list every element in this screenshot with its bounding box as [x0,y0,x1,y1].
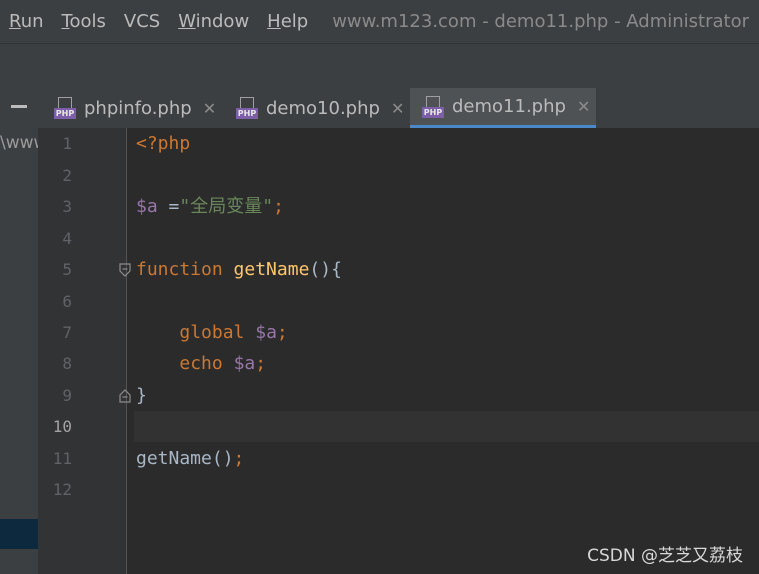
menu-tools[interactable]: Tools [53,11,115,32]
menu-help-label: elp [280,11,309,32]
string-token: "全局变量" [179,196,274,217]
tab-label: demo11.php [452,96,566,117]
project-panel: \www [0,88,38,574]
php-icon-label: PHP [54,108,76,119]
code-line-7: global $a; [136,317,288,348]
line-number: 7 [62,323,72,342]
tab-phpinfo[interactable]: PHP phpinfo.php ✕ [52,88,234,128]
project-selected-row[interactable] [0,519,38,549]
line-number: 11 [52,449,72,468]
function-name-token: getName [233,259,310,280]
semicolon-token: ; [276,322,288,343]
code-line-3: $a ="全局变量"; [136,191,284,222]
menu-help[interactable]: Help [258,11,317,32]
variable-token: $a [233,353,256,374]
code-line-8: echo $a; [136,348,266,379]
semicolon-token: ; [273,196,284,217]
tab-label: phpinfo.php [84,97,192,119]
semicolon-token: ; [233,448,245,469]
line-number: 2 [62,166,72,185]
line-number: 6 [62,292,72,311]
php-icon-label: PHP [422,106,444,118]
keyword-token: global [179,322,245,343]
current-line-highlight [134,411,759,442]
menu-vcs-label: VCS [123,11,161,32]
line-number: 12 [52,480,72,499]
close-icon[interactable]: ✕ [391,99,404,118]
variable-token: $a [136,196,158,217]
menu-vcs[interactable]: VCS [115,11,169,32]
php-open-tag: <?php [136,133,191,154]
tab-label: demo10.php [266,97,380,119]
close-icon[interactable]: ✕ [577,97,590,116]
menu-run-mnemonic: R [9,11,21,32]
line-number: 8 [62,354,72,373]
fold-close-icon[interactable] [119,389,131,403]
editor-tab-bar: PHP phpinfo.php ✕ PHP demo10.php ✕ PHP d… [38,88,759,129]
line-number: 5 [62,260,72,279]
line-number: 9 [62,386,72,405]
project-path[interactable]: \www [0,133,38,153]
line-number: 1 [62,134,72,153]
keyword-token: echo [179,353,223,374]
php-file-icon: PHP [422,95,444,118]
fold-open-icon[interactable] [119,263,131,277]
line-number: 4 [62,229,72,248]
menu-bar: Run Tools VCS Window Help www.m123.com -… [0,0,759,43]
code-line-5: function getName(){ [136,254,342,285]
php-file-icon: PHP [236,97,258,119]
window-title: www.m123.com - demo11.php - Administrato… [332,11,749,32]
menu-run-label: un [20,11,44,32]
brace-token: } [136,385,147,406]
punctuation-token: (){ [309,259,342,280]
menu-window[interactable]: Window [169,11,258,32]
php-file-icon: PHP [54,97,76,119]
keyword-token: function [136,259,223,280]
code-line-9: } [136,380,147,411]
php-icon-label: PHP [236,108,258,119]
punctuation-token: () [211,448,234,469]
variable-token: $a [255,322,277,343]
menu-run[interactable]: Run [0,11,53,32]
line-number-current: 10 [52,417,72,436]
close-icon[interactable]: ✕ [203,99,216,118]
menu-tools-label: ools [69,11,106,32]
menu-window-label: indow [195,11,250,32]
menu-help-mnemonic: H [267,11,281,32]
semicolon-token: ; [255,353,267,374]
tab-demo10[interactable]: PHP demo10.php ✕ [234,88,410,128]
code-line-1: <?php [136,128,190,159]
tab-demo11[interactable]: PHP demo11.php ✕ [410,88,596,128]
code-line-11: getName(); [136,443,244,474]
function-call-token: getName [136,448,212,469]
line-number: 3 [62,197,72,216]
operator-token: = [157,196,180,217]
collapse-icon[interactable] [11,105,27,108]
menu-window-mnemonic: W [178,11,196,32]
watermark: CSDN @芝芝又荔枝 [587,546,743,566]
toolbar [0,43,759,89]
